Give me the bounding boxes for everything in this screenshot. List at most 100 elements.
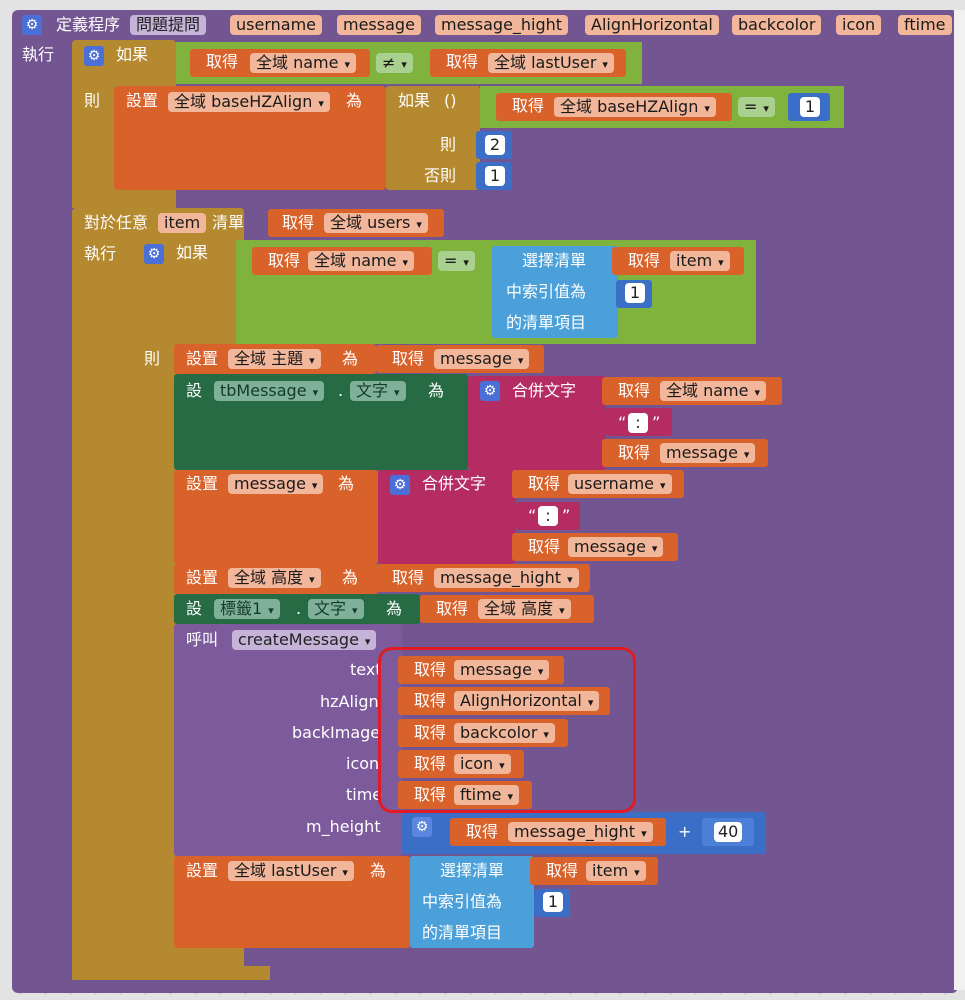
plus-label: +	[678, 822, 692, 841]
get-label: 取得	[206, 52, 239, 71]
select-label-1: 選擇清單	[440, 861, 505, 880]
var-dropdown[interactable]: item	[670, 251, 730, 271]
text-field[interactable]: :	[628, 413, 648, 433]
var-dropdown[interactable]: 全域 name	[660, 381, 766, 401]
select-label-2: 中索引值為	[506, 282, 587, 301]
param-icon[interactable]: icon	[836, 15, 882, 35]
set-label: 設置	[186, 349, 219, 368]
get-label: 取得	[528, 474, 561, 493]
param-align-horizontal[interactable]: AlignHorizontal	[585, 15, 719, 35]
set-label: 設	[186, 599, 203, 618]
foreach-block-bottom	[72, 966, 270, 980]
get-label: 取得	[466, 822, 499, 841]
get-label: 取得	[512, 96, 545, 115]
number-field[interactable]: 2	[485, 135, 505, 155]
var-dropdown[interactable]: 全域 高度	[228, 568, 321, 588]
var-dropdown[interactable]: message_hight	[508, 822, 653, 842]
if-label: 如果	[176, 243, 209, 262]
number-field[interactable]: 1	[543, 892, 563, 912]
var-dropdown[interactable]: message	[228, 474, 324, 494]
var-dropdown[interactable]: 全域 主題	[228, 349, 321, 369]
quote-close: ”	[562, 506, 571, 525]
param-message-hight[interactable]: message_hight	[435, 15, 569, 35]
item-var-field[interactable]: item	[158, 213, 207, 233]
gear-icon[interactable]: ⚙	[480, 381, 500, 401]
procedure-name-field[interactable]: 問題提問	[130, 15, 207, 35]
param-username[interactable]: username	[230, 15, 322, 35]
operator-dropdown[interactable]: =	[438, 251, 475, 271]
get-label: 取得	[528, 537, 561, 556]
then-label: 則	[84, 91, 101, 110]
foreach-do-label: 執行	[84, 244, 117, 263]
param-message[interactable]: message	[337, 15, 421, 35]
procedure-dropdown[interactable]: createMessage	[232, 630, 377, 650]
operator-dropdown[interactable]: =	[738, 97, 775, 117]
gear-icon[interactable]: ⚙	[412, 817, 432, 837]
var-dropdown[interactable]: 全域 users	[324, 213, 428, 233]
gear-icon[interactable]: ⚙	[390, 475, 410, 495]
number-field[interactable]: 1	[485, 166, 505, 186]
set-label: 設置	[126, 91, 159, 110]
procedure-keyword: 定義程序	[56, 15, 121, 34]
get-label: 取得	[268, 251, 301, 270]
set-label: 設置	[186, 474, 219, 493]
get-label: 取得	[628, 251, 661, 270]
var-dropdown[interactable]: 全域 lastUser	[228, 861, 354, 881]
join-label: 合併文字	[422, 474, 487, 493]
foreach-label: 對於任意	[84, 213, 149, 232]
number-field[interactable]: 1	[800, 97, 820, 117]
var-dropdown[interactable]: 全域 name	[308, 251, 414, 271]
var-dropdown[interactable]: item	[586, 861, 646, 881]
property-dropdown[interactable]: 文字	[308, 599, 364, 619]
arg-label-m-height: m_height	[306, 817, 381, 836]
var-dropdown[interactable]: message	[660, 443, 756, 463]
number-field[interactable]: 1	[625, 283, 645, 303]
property-dropdown[interactable]: 文字	[350, 381, 406, 401]
if-label: 如果	[116, 45, 149, 64]
text-field[interactable]: :	[538, 506, 558, 526]
ternary-if-label: 如果	[398, 91, 431, 110]
var-dropdown[interactable]: 全域 name	[250, 53, 356, 73]
var-dropdown[interactable]: message	[434, 349, 530, 369]
list-label: 清單	[212, 213, 245, 232]
select-label-2: 中索引值為	[422, 892, 503, 911]
quote-close: ”	[652, 413, 661, 432]
call-label: 呼叫	[186, 630, 219, 649]
set-label: 設置	[186, 861, 219, 880]
set-label: 設	[186, 381, 203, 400]
gear-icon[interactable]: ⚙	[22, 15, 42, 35]
component-dropdown[interactable]: 標籤1	[214, 599, 280, 619]
gear-icon[interactable]: ⚙	[144, 244, 164, 264]
select-label-1: 選擇清單	[522, 251, 587, 270]
number-field[interactable]: 40	[714, 822, 743, 842]
var-dropdown[interactable]: message_hight	[434, 568, 579, 588]
get-label: 取得	[436, 599, 469, 618]
var-dropdown[interactable]: 全域 lastUser	[488, 53, 614, 73]
var-dropdown[interactable]: message	[568, 537, 664, 557]
scrollbar[interactable]	[954, 10, 965, 990]
operator-dropdown[interactable]: ≠	[376, 53, 413, 73]
var-dropdown[interactable]: 全域 baseHZAlign	[168, 92, 330, 112]
select-label-3: 的清單項目	[506, 313, 587, 332]
then-label: 則	[440, 135, 457, 154]
arg-label-hzalign: hzAlign	[320, 692, 379, 711]
to-label: 為	[370, 861, 387, 880]
to-label: 為	[386, 599, 403, 618]
get-label: 取得	[392, 349, 425, 368]
param-backcolor[interactable]: backcolor	[732, 15, 822, 35]
get-label: 取得	[446, 52, 479, 71]
join-label: 合併文字	[512, 381, 577, 400]
arg-label-text: text	[350, 660, 382, 679]
var-dropdown[interactable]: 全域 baseHZAlign	[554, 97, 716, 117]
gear-icon[interactable]: ⚙	[84, 46, 104, 66]
highlight-box	[378, 647, 636, 813]
param-ftime[interactable]: ftime	[898, 15, 952, 35]
var-dropdown[interactable]: username	[568, 474, 672, 494]
component-dropdown[interactable]: tbMessage	[214, 381, 325, 401]
to-label: 為	[428, 381, 445, 400]
quote-open: “	[528, 506, 537, 525]
set-label: 設置	[186, 568, 219, 587]
var-dropdown[interactable]: 全域 高度	[478, 599, 571, 619]
if-block-1-bottom	[72, 192, 176, 208]
get-label: 取得	[618, 443, 651, 462]
